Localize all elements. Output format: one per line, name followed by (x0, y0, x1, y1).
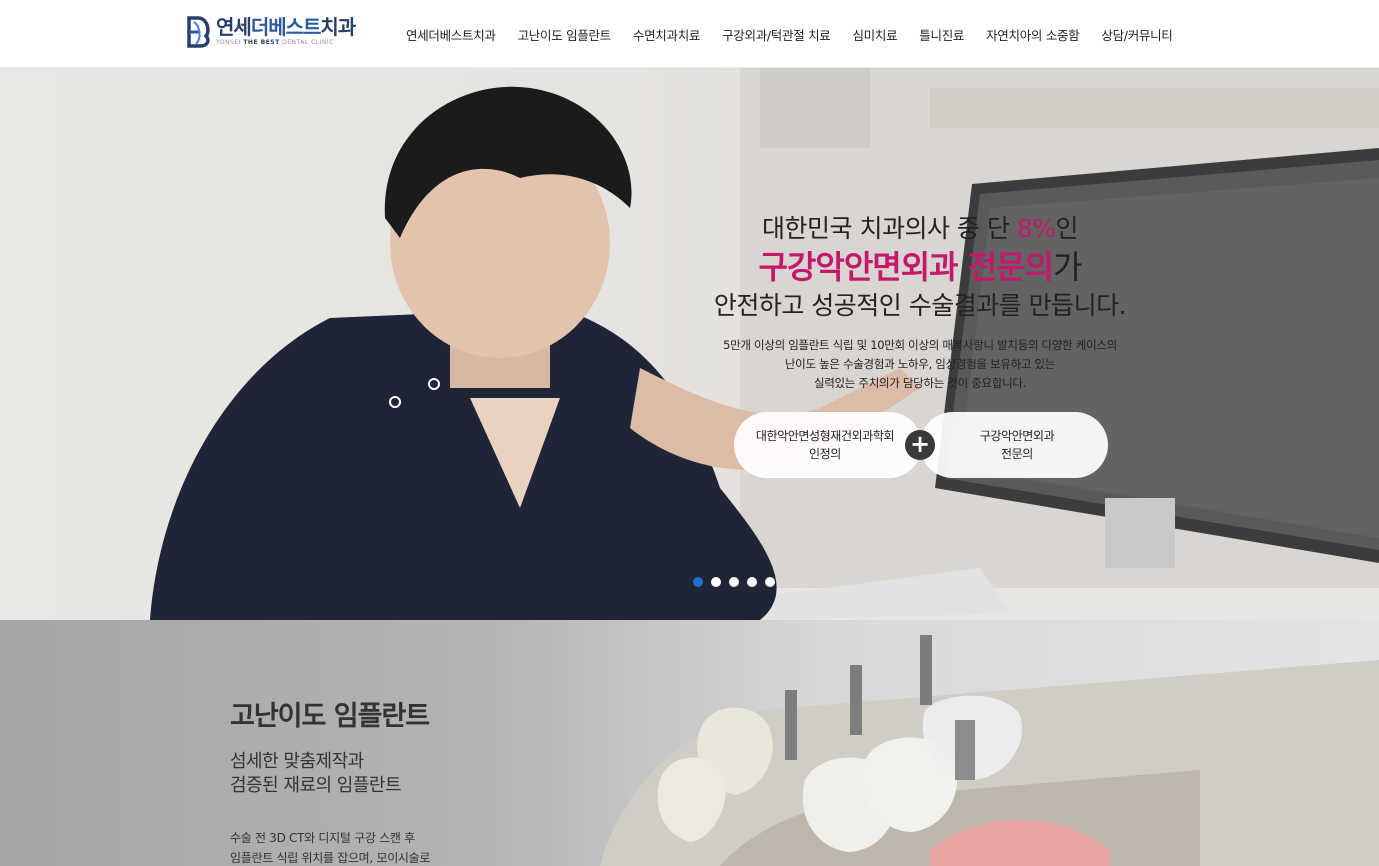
implant-title: 고난이도 임플란트 (230, 701, 430, 732)
hero-description: 5만개 이상의 임플란트 식립 및 10만회 이상의 매복사랑니 발치등의 다양… (723, 338, 1117, 390)
slider-dot-5[interactable] (765, 577, 775, 587)
badge-specialist: 구강악안면외과 전문의 (920, 412, 1108, 478)
clinic-logo[interactable]: 연세더베스트치과 YONSEI THE BEST DENTAL CLINIC (186, 15, 356, 48)
logo-name: 연세더베스트치과 (216, 15, 356, 39)
nav-item-implant[interactable]: 고난이도 임플란트 (518, 25, 612, 44)
plus-icon: + (905, 430, 935, 460)
hero-copy: 대한민국 치과의사 중 단 8%인 구강악안면외과 전문의가 안전하고 성공적인… (680, 212, 1160, 393)
logo-tagline: YONSEI THE BEST DENTAL CLINIC (216, 39, 334, 46)
slider-pagination (693, 577, 783, 587)
slider-dot-1[interactable] (693, 577, 703, 587)
hero-headline-3: 안전하고 성공적인 수술결과를 만듭니다. (713, 291, 1127, 320)
nav-item-clinic[interactable]: 연세더베스트치과 (406, 25, 496, 44)
nav-item-oral-surgery[interactable]: 구강외과/턱관절 치료 (722, 25, 831, 44)
credential-badges: 대한악안면성형재건외과학회 인정의 구강악안면외과 전문의 + (734, 412, 1108, 478)
main-nav: 연세더베스트치과 고난이도 임플란트 수면치과치료 구강외과/턱관절 치료 심미… (406, 0, 1173, 68)
nav-item-sleep[interactable]: 수면치과치료 (633, 25, 701, 44)
implant-section: 고난이도 임플란트 섬세한 맞춤제작과 검증된 재료의 임플란트 수술 전 3D… (0, 620, 1379, 866)
badge-society-certified: 대한악안면성형재건외과학회 인정의 (734, 412, 922, 478)
nav-item-natural-teeth[interactable]: 자연치아의 소중함 (986, 25, 1080, 44)
slider-dot-2[interactable] (711, 577, 721, 587)
nav-item-denture[interactable]: 틀니진료 (919, 25, 964, 44)
logo-b-icon (187, 16, 210, 48)
implant-subtitle: 섬세한 맞춤제작과 검증된 재료의 임플란트 (230, 751, 402, 796)
slider-dot-3[interactable] (729, 577, 739, 587)
hero-headline-1: 대한민국 치과의사 중 단 8%인 (762, 214, 1078, 243)
nav-item-community[interactable]: 상담/커뮤니티 (1101, 25, 1172, 44)
implant-illustration (600, 635, 1379, 866)
site-header: 연세더베스트치과 YONSEI THE BEST DENTAL CLINIC 연… (0, 0, 1379, 68)
nav-item-aesthetic[interactable]: 심미치료 (852, 25, 897, 44)
hero-headline-2: 구강악안면외과 전문의가 (758, 248, 1083, 286)
slider-dot-4[interactable] (747, 577, 757, 587)
hero-slider: 대한민국 치과의사 중 단 8%인 구강악안면외과 전문의가 안전하고 성공적인… (0, 68, 1379, 620)
implant-description: 수술 전 3D CT와 디지털 구강 스캔 후 임플란트 식립 위치를 잡으며,… (230, 831, 431, 865)
